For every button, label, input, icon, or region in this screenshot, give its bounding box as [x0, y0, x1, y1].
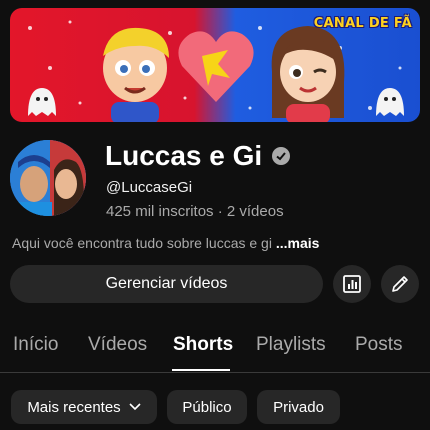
pencil-icon [392, 276, 408, 292]
channel-name-row: Luccas e Gi [105, 140, 291, 172]
tab-playlists[interactable]: Playlists [256, 334, 326, 356]
chevron-down-icon [129, 403, 141, 411]
description-text: Aqui você encontra tudo sobre luccas e g… [12, 235, 276, 251]
tab-shorts[interactable]: Shorts [173, 334, 233, 356]
private-filter-chip[interactable]: Privado [257, 390, 340, 424]
channel-avatar[interactable] [10, 140, 86, 216]
analytics-icon [343, 275, 361, 293]
sort-dropdown[interactable]: Mais recentes [11, 390, 157, 424]
channel-name: Luccas e Gi [105, 140, 263, 171]
tab-inicio[interactable]: Início [13, 334, 58, 356]
tab-videos[interactable]: Vídeos [88, 334, 147, 356]
channel-banner: CANAL DE FÃ [10, 8, 420, 122]
channel-handle: @LuccaseGi [106, 179, 193, 196]
more-link[interactable]: ...mais [276, 235, 320, 251]
public-filter-chip[interactable]: Público [167, 390, 247, 424]
channel-stats: 425 mil inscritos · 2 vídeos [106, 203, 284, 220]
analytics-button[interactable] [333, 265, 371, 303]
channel-tabs: Início Vídeos Shorts Playlists Posts [0, 334, 430, 370]
edit-button[interactable] [381, 265, 419, 303]
verified-badge-icon [272, 147, 291, 165]
active-tab-indicator [172, 369, 230, 371]
banner-caption: CANAL DE FÃ [313, 16, 412, 31]
channel-description[interactable]: Aqui você encontra tudo sobre luccas e g… [12, 235, 319, 251]
tabs-divider [0, 372, 430, 373]
sort-label: Mais recentes [27, 398, 121, 416]
tab-posts[interactable]: Posts [355, 334, 403, 356]
manage-videos-button[interactable]: Gerenciar vídeos [10, 265, 323, 303]
